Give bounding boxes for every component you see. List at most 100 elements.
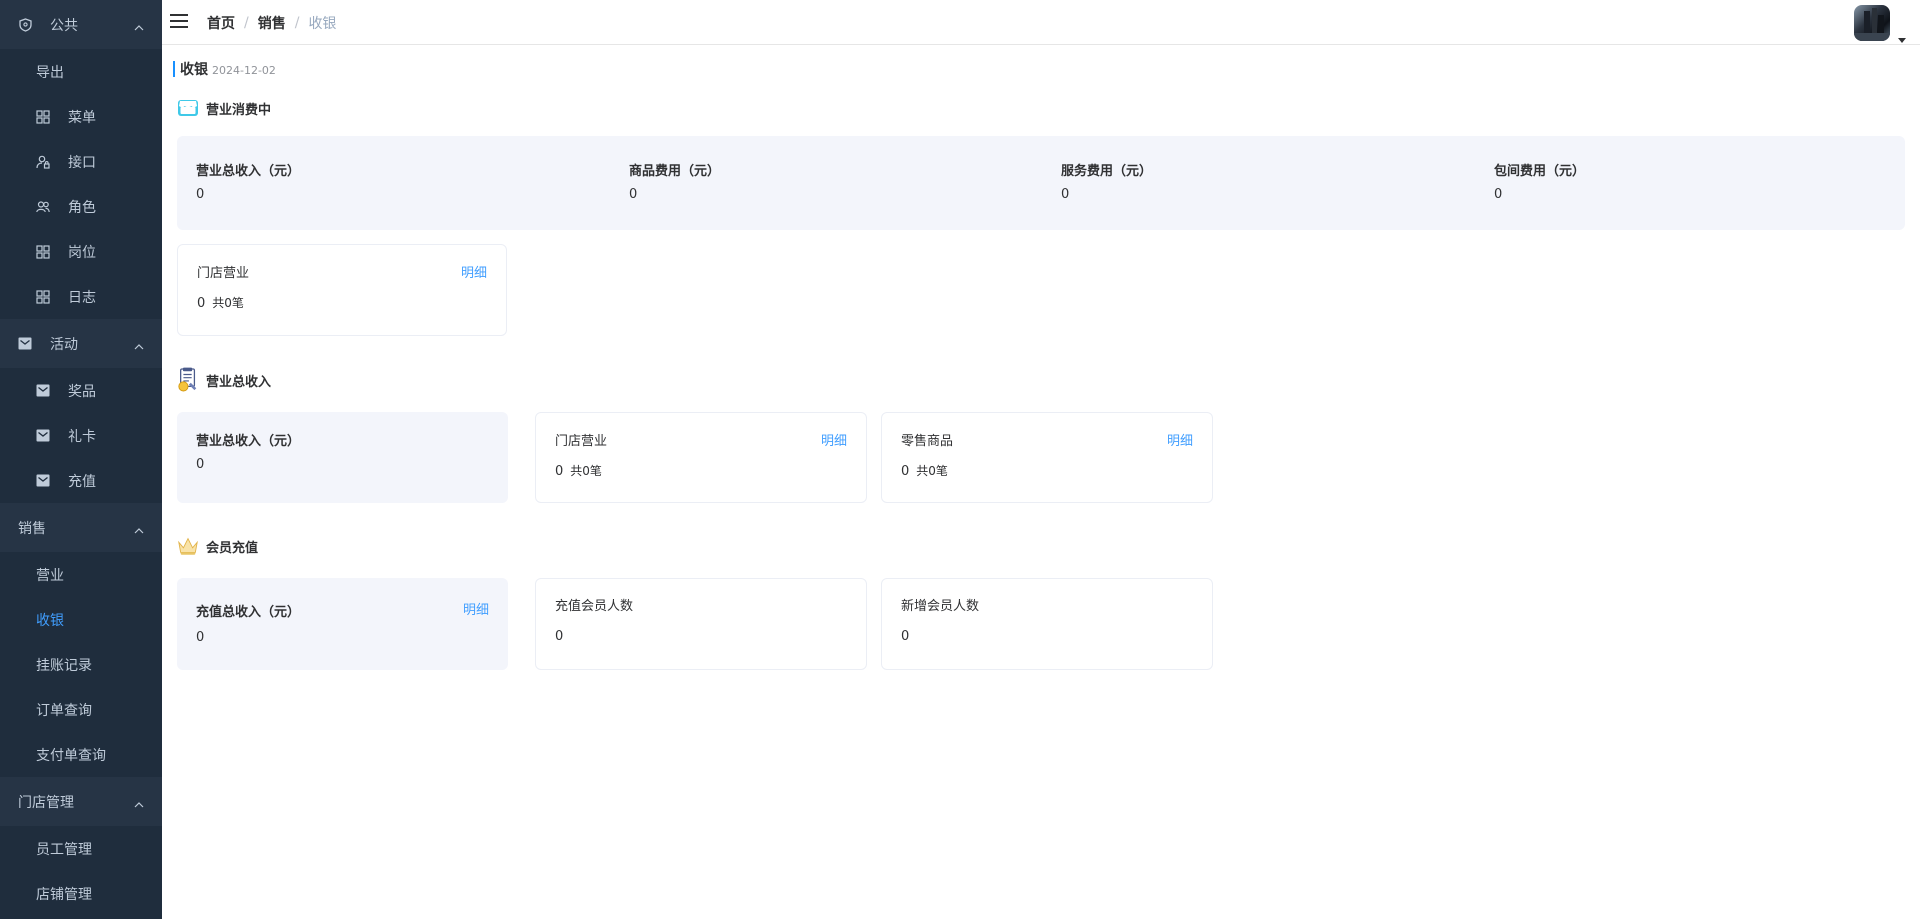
card-value: 0 共0笔: [197, 294, 244, 311]
sidebar-item-label: 接口: [68, 154, 96, 171]
card-label: 充值会员人数: [555, 599, 634, 614]
envelope-icon: [18, 337, 32, 351]
sidebar-item-label: 岗位: [68, 244, 96, 261]
store-business-card: 门店营业 明细 0 共0笔: [177, 244, 507, 336]
stat-value: 0: [1061, 187, 1070, 202]
sidebar-item-post[interactable]: 岗位: [0, 229, 162, 274]
hamburger-icon[interactable]: [170, 13, 188, 29]
stat-label: 商品费用（元）: [629, 164, 721, 179]
caret-down-icon[interactable]: [1898, 31, 1906, 47]
sidebar-item-log[interactable]: 日志: [0, 274, 162, 319]
new-member-count-card: 新增会员人数 0: [881, 578, 1213, 670]
member-total-card: 充值总收入（元） 明细 0: [177, 578, 508, 670]
main-content: 收银 2024-12-02 营业消费中 营业总收入（元） 0 商品费用（元） 0…: [162, 46, 1920, 919]
card-label: 充值总收入（元）: [196, 605, 301, 620]
crown-icon: [177, 535, 199, 557]
sidebar-item-prize[interactable]: 奖品: [0, 368, 162, 413]
card-value: 0: [196, 457, 205, 472]
chevron-up-icon: [134, 19, 144, 35]
breadcrumb-separator: /: [244, 15, 249, 31]
avatar[interactable]: [1854, 5, 1890, 41]
card-count: 共0笔: [212, 296, 244, 310]
receipt-icon: [177, 367, 199, 392]
sidebar-group-label: 销售: [18, 520, 46, 537]
user-lock-icon: [36, 155, 50, 169]
breadcrumb-home[interactable]: 首页: [207, 13, 235, 33]
shield-icon: [18, 17, 32, 32]
sidebar-item-order-query[interactable]: 订单查询: [0, 687, 162, 732]
sidebar-item-payment-query[interactable]: 支付单查询: [0, 732, 162, 777]
card-count: 共0笔: [916, 464, 948, 478]
page-title-text: 收银: [180, 62, 208, 78]
stat-label: 包间费用（元）: [1494, 164, 1586, 179]
sidebar-item-label: 菜单: [68, 109, 96, 126]
sidebar-group-label: 公共: [50, 17, 78, 34]
section-member-header: 会员充值: [177, 535, 258, 557]
grid-icon: [36, 244, 50, 259]
sidebar-item-label: 日志: [68, 289, 96, 306]
sidebar-item-shops[interactable]: 店铺管理: [0, 871, 162, 916]
detail-link[interactable]: 明细: [461, 262, 487, 281]
sidebar-item-menu[interactable]: 菜单: [0, 94, 162, 139]
sidebar-item-export[interactable]: 导出: [0, 49, 162, 94]
section-income-header: 营业总收入: [177, 367, 272, 392]
card-value-number: 0: [197, 296, 206, 311]
stat-label: 服务费用（元）: [1061, 164, 1153, 179]
sidebar-item-label: 礼卡: [68, 428, 96, 445]
page-date: 2024-12-02: [212, 64, 276, 77]
stat-value: 0: [1494, 187, 1503, 202]
sidebar-item-giftcard[interactable]: 礼卡: [0, 413, 162, 458]
sidebar-group-activity[interactable]: 活动: [0, 319, 162, 368]
sidebar-item-label: 支付单查询: [36, 747, 106, 764]
sidebar-item-label: 角色: [68, 199, 96, 216]
sidebar-item-label: 奖品: [68, 383, 96, 400]
card-value-number: 0: [901, 464, 910, 479]
card-label: 营业总收入（元）: [196, 434, 301, 449]
grid-icon: [36, 109, 50, 124]
sidebar-item-business[interactable]: 营业: [0, 552, 162, 597]
store-icon: [177, 97, 199, 119]
breadcrumb-separator: /: [294, 15, 300, 31]
sidebar-item-recharge[interactable]: 充值: [0, 458, 162, 503]
income-total-card: 营业总收入（元） 0: [177, 412, 508, 503]
section-title: 营业总收入: [206, 374, 272, 390]
sidebar-item-label: 订单查询: [36, 702, 92, 719]
stat-label: 营业总收入（元）: [196, 164, 301, 179]
income-retail-card: 零售商品 明细 0 共0笔: [881, 412, 1213, 503]
sidebar-group-public[interactable]: 公共: [0, 0, 162, 49]
card-count: 共0笔: [570, 464, 602, 478]
detail-link[interactable]: 明细: [463, 599, 489, 618]
sidebar-group-label: 门店管理: [18, 794, 74, 811]
sidebar-item-staff[interactable]: 员工管理: [0, 826, 162, 871]
breadcrumb: 首页 / 销售 / 收银: [207, 13, 336, 33]
income-store-card: 门店营业 明细 0 共0笔: [535, 412, 867, 503]
sidebar-item-label: 充值: [68, 473, 96, 490]
card-value: 0 共0笔: [555, 462, 602, 479]
sidebar-item-label: 营业: [36, 567, 64, 584]
envelope-icon: [36, 474, 50, 488]
sidebar-group-label: 活动: [50, 336, 78, 353]
top-navbar: 首页 / 销售 / 收银: [162, 0, 1920, 45]
title-accent-bar: [173, 61, 175, 77]
card-label: 门店营业: [197, 266, 250, 281]
consumption-stats-panel: 营业总收入（元） 0 商品费用（元） 0 服务费用（元） 0 包间费用（元） 0: [177, 136, 1905, 230]
sidebar-item-role[interactable]: 角色: [0, 184, 162, 229]
stat-value: 0: [196, 187, 205, 202]
sidebar-item-cashier[interactable]: 收银: [0, 597, 162, 642]
breadcrumb-current: 收银: [308, 16, 337, 32]
chevron-up-icon: [134, 796, 144, 812]
sidebar-item-credit-records[interactable]: 挂账记录: [0, 642, 162, 687]
stat-value: 0: [629, 187, 638, 202]
sidebar-item-api[interactable]: 接口: [0, 139, 162, 184]
breadcrumb-sales[interactable]: 销售: [258, 13, 286, 33]
section-consumption-header: 营业消费中: [177, 97, 271, 119]
sidebar: 公共 导出 菜单 接口 角色 岗位 日志 活动 奖品 礼卡 充值 销售 营业 收…: [0, 0, 162, 919]
sidebar-group-store-management[interactable]: 门店管理: [0, 777, 162, 826]
section-title: 会员充值: [206, 540, 259, 556]
sidebar-group-sales[interactable]: 销售: [0, 503, 162, 552]
detail-link[interactable]: 明细: [1167, 430, 1193, 449]
card-value: 0: [901, 629, 910, 644]
card-label: 新增会员人数: [901, 599, 980, 614]
sidebar-item-label: 店铺管理: [36, 886, 92, 903]
detail-link[interactable]: 明细: [821, 430, 847, 449]
